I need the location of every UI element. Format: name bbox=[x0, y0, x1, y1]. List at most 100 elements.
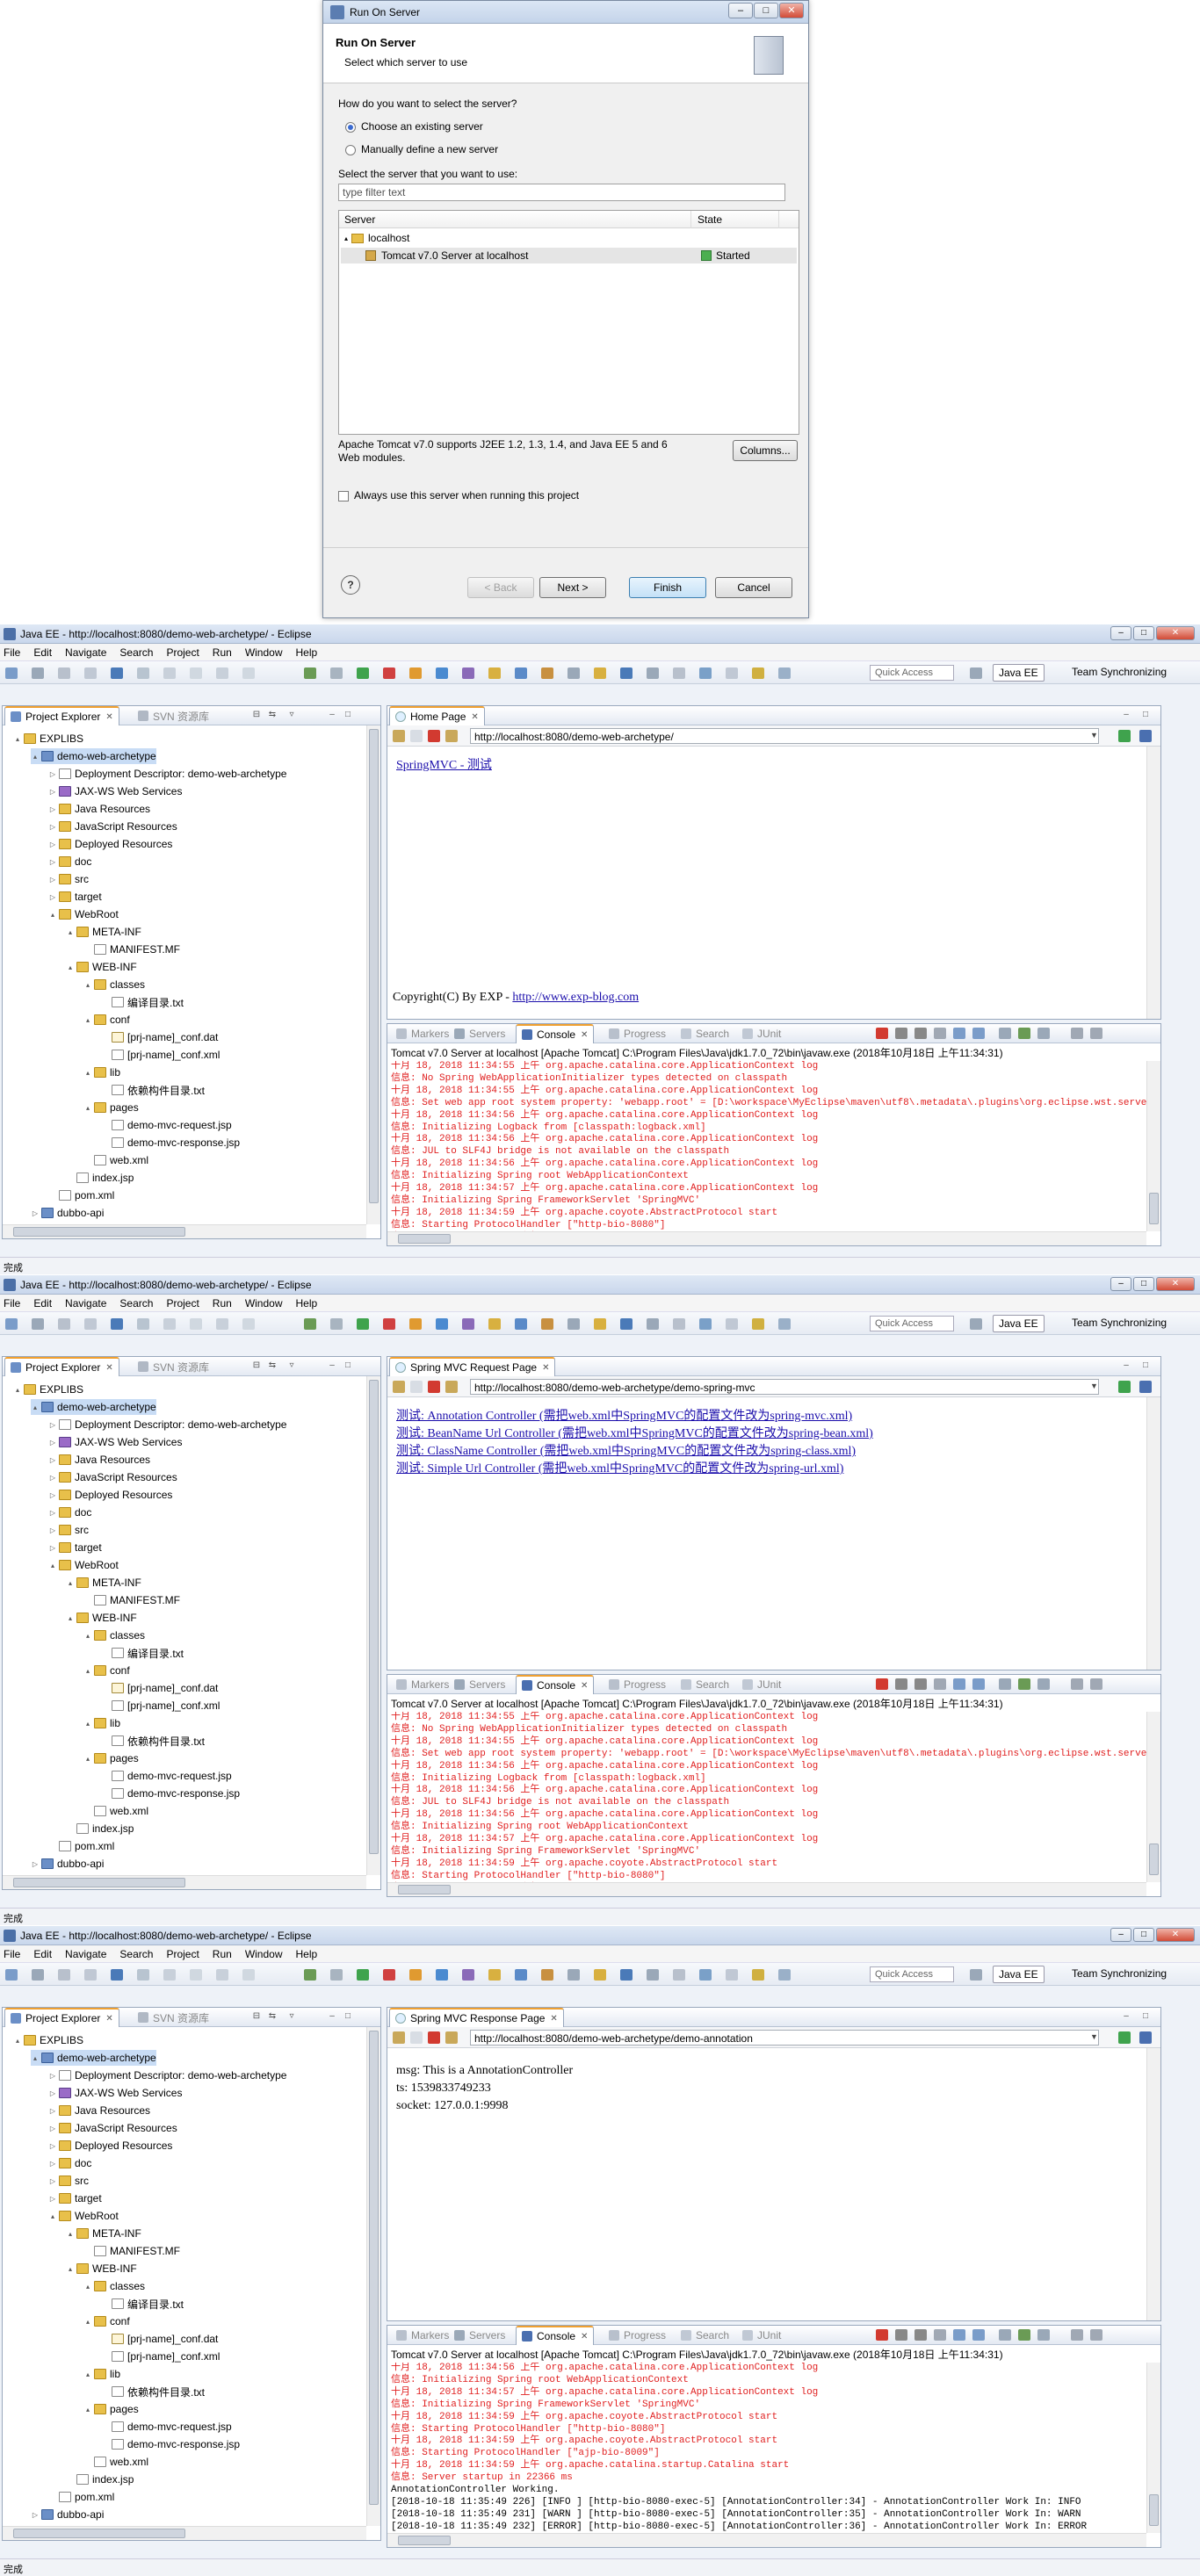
close-button[interactable]: ✕ bbox=[1156, 626, 1195, 640]
tree-node[interactable]: ▴ classes bbox=[83, 2278, 145, 2294]
tree-node[interactable]: index.jsp bbox=[66, 1170, 134, 1186]
expand-arrow-icon[interactable]: ▷ bbox=[48, 1421, 57, 1429]
back-icon[interactable] bbox=[620, 1969, 633, 1981]
tree-node[interactable]: ▴ WebRoot bbox=[48, 2208, 119, 2224]
link-icon[interactable] bbox=[726, 1969, 738, 1981]
expand-arrow-icon[interactable]: ▷ bbox=[48, 2072, 57, 2080]
menu-edit[interactable]: Edit bbox=[33, 1297, 52, 1310]
go-icon[interactable] bbox=[1118, 1381, 1131, 1393]
tree-node[interactable]: ▷ JAX-WS Web Services bbox=[48, 1434, 183, 1450]
debug-icon[interactable] bbox=[330, 667, 343, 679]
tree-node[interactable]: ▷ JavaScript Resources bbox=[48, 819, 177, 834]
tree-node[interactable]: ▴ demo-web-archetype bbox=[31, 2050, 156, 2066]
tree-node[interactable]: ▴ EXPLIBS bbox=[13, 2032, 83, 2048]
open-type-icon[interactable] bbox=[111, 1318, 123, 1330]
clear-console-icon[interactable] bbox=[934, 2329, 946, 2341]
tree-node[interactable]: [prj-name]_conf.dat bbox=[101, 2331, 218, 2347]
pin-console-icon[interactable] bbox=[999, 1028, 1011, 1039]
perspective-team[interactable]: Team Synchronizing bbox=[1066, 1315, 1172, 1332]
collapse-all-icon[interactable]: ⊟ bbox=[252, 710, 261, 720]
cancel-button[interactable]: Cancel bbox=[715, 577, 792, 598]
tab-markers[interactable]: Markers bbox=[391, 1675, 454, 1694]
tree-node[interactable]: ▴ conf bbox=[83, 2313, 130, 2329]
maximize-view-icon[interactable]: □ bbox=[343, 1360, 352, 1371]
tree-node[interactable]: ▴ pages bbox=[83, 1100, 139, 1115]
menu-project[interactable]: Project bbox=[166, 1948, 199, 1960]
stop-icon[interactable] bbox=[428, 2031, 440, 2044]
url-dropdown-icon[interactable]: ▼ bbox=[1090, 1382, 1098, 1390]
scroll-thumb[interactable] bbox=[398, 1234, 451, 1244]
task-icon[interactable] bbox=[778, 667, 791, 679]
expand-arrow-icon[interactable]: ▴ bbox=[83, 2406, 92, 2414]
expand-arrow-icon[interactable]: ▴ bbox=[13, 2037, 22, 2045]
remove-all-icon[interactable] bbox=[914, 2329, 927, 2341]
minimize-button[interactable]: – bbox=[1110, 1928, 1131, 1942]
tree-node[interactable]: index.jsp bbox=[66, 1821, 134, 1836]
minimize-button[interactable]: – bbox=[1110, 626, 1131, 640]
menu-run[interactable]: Run bbox=[213, 1297, 232, 1310]
tree-node[interactable]: pom.xml bbox=[48, 1838, 114, 1854]
tree-node[interactable]: ▷ JAX-WS Web Services bbox=[48, 783, 183, 799]
view-menu-icon[interactable]: ▿ bbox=[287, 1360, 296, 1371]
open-type-icon[interactable] bbox=[111, 667, 123, 679]
expand-arrow-icon[interactable]: ▴ bbox=[83, 2370, 92, 2378]
expand-arrow-icon[interactable]: ▷ bbox=[48, 2142, 57, 2150]
tab-junit[interactable]: JUnit bbox=[737, 1675, 786, 1694]
tree-node[interactable]: MANIFEST.MF bbox=[83, 2243, 180, 2259]
menu-run[interactable]: Run bbox=[213, 646, 232, 659]
open-folder-icon[interactable] bbox=[488, 1318, 501, 1330]
tree-node[interactable]: pom.xml bbox=[48, 2489, 114, 2505]
expand-arrow-icon[interactable]: ▷ bbox=[48, 1491, 57, 1499]
tab-browser-page[interactable]: Spring MVC Request Page ✕ bbox=[389, 1357, 556, 1376]
tree-node[interactable]: index.jsp bbox=[66, 2471, 134, 2487]
menu-navigate[interactable]: Navigate bbox=[65, 1948, 106, 1960]
expand-arrow-icon[interactable]: ▴ bbox=[83, 1069, 92, 1077]
print-icon[interactable] bbox=[84, 667, 97, 679]
edit-location-icon[interactable] bbox=[594, 667, 606, 679]
annotation-icon[interactable] bbox=[515, 1969, 527, 1981]
tab-console[interactable]: Console ✕ bbox=[516, 1675, 595, 1694]
option-manual[interactable]: Manually define a new server bbox=[345, 143, 498, 155]
nav-icon[interactable] bbox=[699, 667, 712, 679]
tree-node[interactable]: ▴ classes bbox=[83, 977, 145, 992]
cut-icon[interactable] bbox=[137, 1318, 149, 1330]
always-use-option[interactable]: Always use this server when running this… bbox=[338, 489, 579, 501]
refresh-icon[interactable] bbox=[445, 2031, 458, 2044]
open-folder-icon[interactable] bbox=[488, 1969, 501, 1981]
next-button[interactable]: Next > bbox=[539, 577, 606, 598]
tab-console[interactable]: Console ✕ bbox=[516, 2326, 595, 2345]
explorer-hscrollbar[interactable] bbox=[3, 1875, 366, 1889]
remove-launch-icon[interactable] bbox=[895, 2329, 907, 2341]
server-icon[interactable] bbox=[304, 1318, 316, 1330]
tree-node[interactable]: demo-mvc-response.jsp bbox=[101, 1786, 240, 1801]
tab-search[interactable]: Search bbox=[676, 2326, 734, 2345]
forward-icon[interactable] bbox=[647, 1969, 659, 1981]
browser-menu-icon[interactable] bbox=[1139, 2031, 1152, 2044]
expand-arrow-icon[interactable]: ▷ bbox=[31, 1209, 40, 1217]
open-perspective-icon[interactable] bbox=[462, 667, 474, 679]
save-icon[interactable] bbox=[32, 667, 44, 679]
option-existing[interactable]: Choose an existing server bbox=[345, 120, 483, 133]
close-button[interactable]: ✕ bbox=[779, 3, 804, 18]
open-type-icon[interactable] bbox=[111, 1969, 123, 1981]
console-vscrollbar[interactable] bbox=[1146, 2363, 1160, 2533]
stop-icon[interactable] bbox=[383, 667, 395, 679]
expand-arrow-icon[interactable]: ▴ bbox=[83, 1632, 92, 1640]
nav-icon[interactable] bbox=[699, 1318, 712, 1330]
tab-browser-page[interactable]: Home Page ✕ bbox=[389, 706, 485, 725]
maximize-view-icon[interactable] bbox=[1090, 1678, 1102, 1690]
tab-servers[interactable]: Servers bbox=[449, 1675, 510, 1694]
expand-arrow-icon[interactable]: ▷ bbox=[48, 2195, 57, 2203]
menu-file[interactable]: File bbox=[4, 1297, 20, 1310]
debug-icon[interactable] bbox=[330, 1318, 343, 1330]
tab-progress[interactable]: Progress bbox=[604, 1024, 671, 1043]
tree-node[interactable]: ▴ WEB-INF bbox=[66, 959, 137, 975]
tree-node[interactable]: ▴ conf bbox=[83, 1663, 130, 1678]
copy-icon[interactable] bbox=[163, 1318, 176, 1330]
open-console-icon[interactable] bbox=[1037, 1028, 1050, 1039]
tree-node[interactable]: ▷ Deployed Resources bbox=[48, 836, 172, 852]
run-icon[interactable] bbox=[357, 1969, 369, 1981]
tree-node[interactable]: ▴ WEB-INF bbox=[66, 2261, 137, 2277]
redo-icon[interactable] bbox=[242, 1969, 255, 1981]
save-all-icon[interactable] bbox=[58, 1969, 70, 1981]
